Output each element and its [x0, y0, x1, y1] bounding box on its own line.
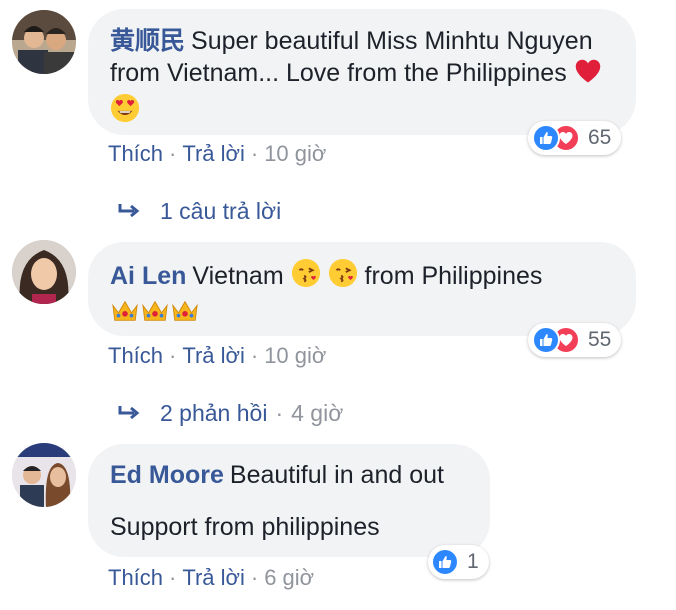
crown-emoji	[170, 298, 200, 332]
like-link[interactable]: Thích	[108, 141, 163, 166]
heart-eyes-emoji	[110, 93, 140, 131]
reaction-count: 65	[588, 126, 612, 149]
comment-bubble: Ai Len Vietnam from Philippines	[88, 242, 636, 336]
comment-line: Ed Moore Beautiful in and out	[110, 461, 466, 490]
reply-arrow-icon	[118, 400, 140, 427]
kiss-emoji	[291, 258, 321, 296]
reaction-count: 1	[467, 550, 479, 573]
reply-link[interactable]: Trả lời	[182, 343, 245, 368]
like-reaction-icon	[532, 326, 560, 354]
comment-author[interactable]: Ai Len	[110, 262, 186, 290]
comment-actions: Thích · Trả lời · 6 giờ	[108, 565, 314, 591]
reaction-count: 55	[588, 328, 612, 351]
replies-count[interactable]: 1 câu trả lời	[160, 198, 281, 225]
like-reaction-icon	[532, 124, 560, 152]
comment-time[interactable]: 10 giờ	[264, 141, 326, 166]
comment-actions: Thích · Trả lời · 10 giờ	[108, 343, 326, 369]
separator-dot: ·	[250, 565, 259, 590]
reaction-summary[interactable]: 55	[528, 323, 622, 357]
view-replies-link[interactable]: 2 phản hồi · 4 giờ	[118, 400, 343, 427]
separator-dot: ·	[275, 400, 284, 426]
comment-text: Beautiful in and out	[229, 461, 444, 489]
crown-emoji	[110, 298, 140, 332]
separator-dot: ·	[169, 565, 177, 590]
reply-link[interactable]: Trả lời	[182, 565, 245, 590]
comment-text-line2: Support from philippines	[110, 513, 380, 541]
replies-count[interactable]: 2 phản hồi	[160, 400, 267, 427]
crown-emoji	[140, 298, 170, 332]
comment-text: Vietnam	[192, 262, 284, 290]
comment-author[interactable]: 黄顺民	[110, 27, 185, 55]
comment-bubble: 黄顺民 Super beautiful Miss Minhtu Nguyen fr…	[88, 9, 636, 135]
reply-link[interactable]: Trả lời	[182, 141, 245, 166]
reaction-summary[interactable]: 65	[528, 121, 622, 155]
separator-dot: ·	[169, 343, 177, 368]
reaction-summary[interactable]: 1	[428, 545, 489, 579]
comment-text: from Philippines	[364, 262, 543, 290]
separator-dot: ·	[250, 343, 259, 368]
kiss-emoji	[328, 258, 358, 296]
comment-actions: Thích · Trả lời · 10 giờ	[108, 141, 326, 167]
comment-time[interactable]: 10 giờ	[264, 343, 326, 368]
replies-time: 4 giờ	[291, 400, 344, 426]
comment-bubble: Ed Moore Beautiful in and out Support fro…	[88, 444, 490, 557]
separator-dot: ·	[250, 141, 259, 166]
comment-author[interactable]: Ed Moore	[110, 461, 224, 489]
avatar[interactable]	[12, 10, 76, 74]
like-link[interactable]: Thích	[108, 343, 163, 368]
view-replies-link[interactable]: 1 câu trả lời	[118, 198, 281, 225]
like-link[interactable]: Thích	[108, 565, 163, 590]
heart-emoji	[574, 57, 602, 93]
separator-dot: ·	[169, 141, 177, 166]
reply-arrow-icon	[118, 198, 140, 225]
like-reaction-icon	[431, 548, 459, 576]
comment-time[interactable]: 6 giờ	[264, 565, 314, 590]
avatar[interactable]	[12, 240, 76, 304]
avatar[interactable]	[12, 443, 76, 507]
